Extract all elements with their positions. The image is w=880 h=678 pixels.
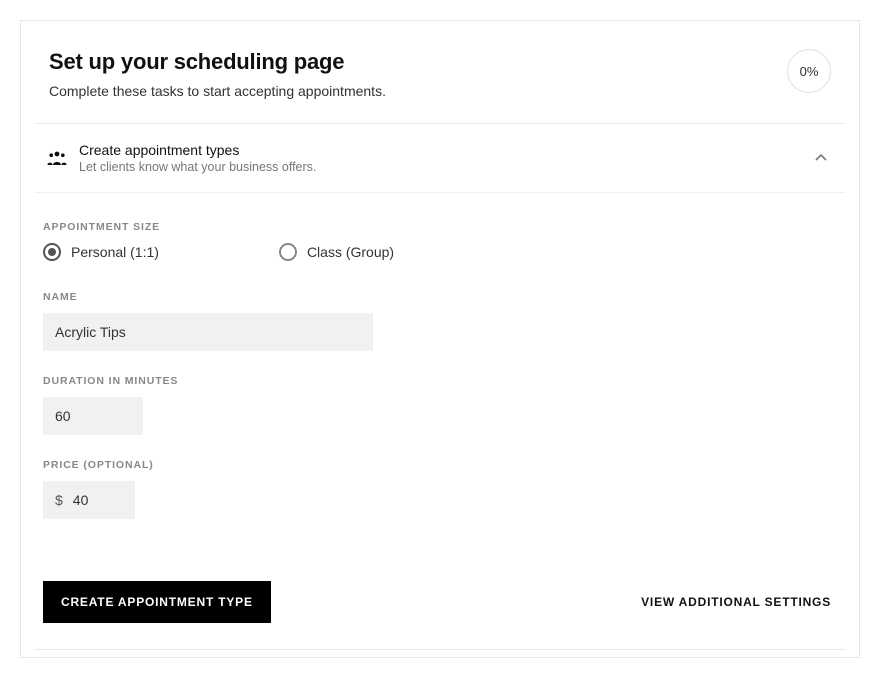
price-input-wrap: $ [43, 481, 135, 519]
chevron-up-icon [811, 151, 831, 165]
radio-unselected-icon [279, 243, 297, 261]
radio-personal[interactable]: Personal (1:1) [43, 243, 159, 261]
actions-row: CREATE APPOINTMENT TYPE VIEW ADDITIONAL … [35, 557, 845, 643]
page-subtitle: Complete these tasks to start accepting … [49, 83, 787, 99]
page-title: Set up your scheduling page [49, 49, 787, 75]
radio-selected-icon [43, 243, 61, 261]
name-label: NAME [43, 291, 807, 303]
create-appointment-type-button[interactable]: CREATE APPOINTMENT TYPE [43, 581, 271, 623]
progress-badge: 0% [787, 49, 831, 93]
section-title-block: Create appointment types Let clients kno… [79, 142, 811, 174]
section-title: Create appointment types [79, 142, 811, 158]
radio-class[interactable]: Class (Group) [279, 243, 394, 261]
name-input[interactable] [43, 313, 373, 351]
section-header[interactable]: Create appointment types Let clients kno… [35, 124, 845, 193]
header-text-block: Set up your scheduling page Complete the… [49, 49, 787, 99]
price-label: PRICE (OPTIONAL) [43, 459, 807, 471]
appointment-size-radio-group: Personal (1:1) Class (Group) [43, 243, 807, 261]
price-field-block: PRICE (OPTIONAL) $ [43, 459, 807, 519]
view-additional-settings-button[interactable]: VIEW ADDITIONAL SETTINGS [635, 594, 837, 610]
name-field-block: NAME [43, 291, 807, 351]
radio-personal-label: Personal (1:1) [71, 244, 159, 260]
next-section-divider [35, 649, 845, 657]
people-icon [43, 150, 71, 166]
form-body: APPOINTMENT SIZE Personal (1:1) Class (G… [35, 193, 815, 557]
section-description: Let clients know what your business offe… [79, 160, 811, 174]
price-input[interactable] [65, 481, 135, 519]
progress-value: 0% [800, 64, 819, 79]
radio-class-label: Class (Group) [307, 244, 394, 260]
currency-symbol: $ [43, 492, 65, 508]
duration-label: DURATION IN MINUTES [43, 375, 807, 387]
card-header: Set up your scheduling page Complete the… [21, 21, 859, 123]
duration-field-block: DURATION IN MINUTES [43, 375, 807, 435]
appointment-size-label: APPOINTMENT SIZE [43, 221, 807, 233]
setup-card: Set up your scheduling page Complete the… [20, 20, 860, 658]
duration-input[interactable] [43, 397, 143, 435]
appointment-types-section: Create appointment types Let clients kno… [35, 123, 845, 643]
